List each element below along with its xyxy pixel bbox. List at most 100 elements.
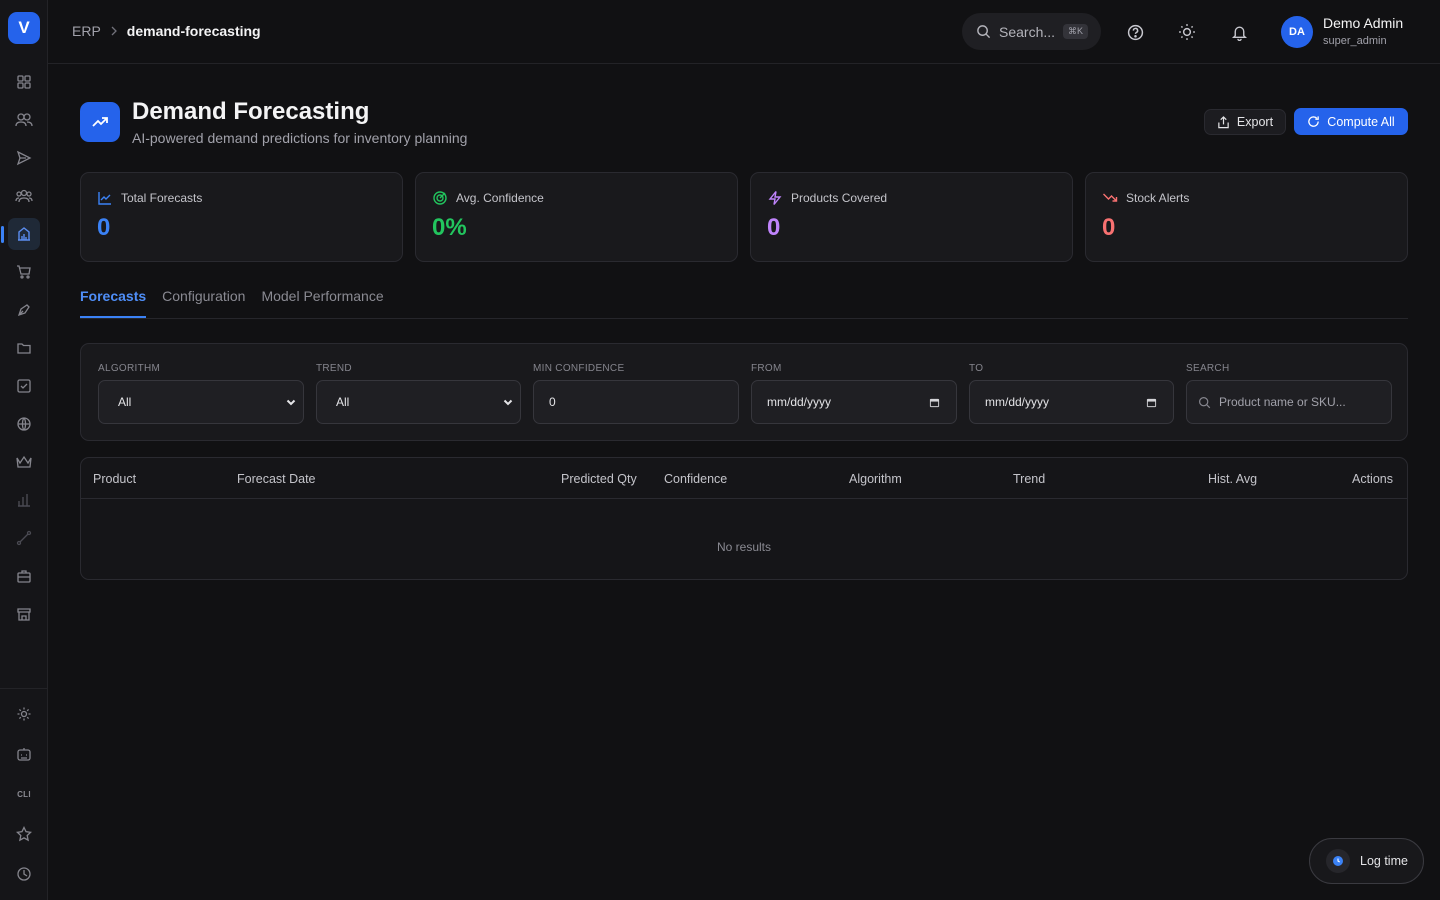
column-header[interactable]: Predicted Qty — [561, 472, 637, 486]
stat-card-stock-alerts: Stock Alerts 0 — [1085, 172, 1408, 262]
tab-divider — [80, 318, 1408, 319]
cart-icon[interactable] — [8, 256, 40, 288]
help-icon[interactable] — [1124, 21, 1146, 43]
product-search-placeholder: Product name or SKU... — [1219, 395, 1346, 409]
app-logo[interactable]: V — [8, 12, 40, 44]
column-header[interactable]: Product — [93, 472, 136, 486]
search-shortcut: ⌘K — [1063, 24, 1089, 39]
sun-icon[interactable] — [1176, 21, 1198, 43]
chevron-down-icon — [502, 396, 514, 408]
store-icon[interactable] — [8, 598, 40, 630]
checkbox-icon[interactable] — [8, 370, 40, 402]
column-header[interactable]: Hist. Avg — [1208, 472, 1257, 486]
min-confidence-input[interactable]: 0 — [533, 380, 739, 424]
folder-icon[interactable] — [8, 332, 40, 364]
algorithm-select[interactable]: All — [98, 380, 304, 424]
trend-down-icon — [1102, 190, 1118, 206]
column-header[interactable]: Confidence — [664, 472, 727, 486]
compute-all-label: Compute All — [1327, 114, 1395, 129]
user-role: super_admin — [1323, 35, 1387, 47]
tab-forecasts[interactable]: Forecasts — [80, 288, 147, 318]
page-title: Demand Forecasting — [132, 98, 370, 125]
user-name[interactable]: Demo Admin — [1323, 15, 1403, 31]
users-icon[interactable] — [8, 104, 40, 136]
pen-tool-icon[interactable] — [8, 294, 40, 326]
search-icon — [1198, 396, 1211, 409]
from-date-input[interactable]: mm/dd/yyyy — [751, 380, 957, 424]
star-icon[interactable] — [8, 818, 40, 850]
globe-icon[interactable] — [8, 408, 40, 440]
stat-value: 0 — [1102, 214, 1116, 241]
tab-model-performance[interactable]: Model Performance — [261, 288, 383, 318]
clock-icon[interactable] — [8, 858, 40, 890]
bolt-icon — [767, 190, 783, 206]
to-date-value: mm/dd/yyyy — [985, 395, 1050, 409]
stat-card-total-forecasts: Total Forecasts 0 — [80, 172, 403, 262]
bar-chart-icon[interactable] — [8, 484, 40, 516]
search-icon — [976, 24, 991, 39]
stat-card-avg-confidence: Avg. Confidence 0% — [415, 172, 738, 262]
from-date-value: mm/dd/yyyy — [767, 395, 832, 409]
trend-select[interactable]: All — [316, 380, 521, 424]
trend-label: TREND — [316, 363, 352, 374]
column-header[interactable]: Trend — [1013, 472, 1045, 486]
export-button[interactable]: Export — [1204, 109, 1286, 135]
dashboard-icon[interactable] — [8, 66, 40, 98]
trend-up-icon — [97, 190, 113, 206]
sidebar-divider — [0, 688, 48, 689]
column-header[interactable]: Forecast Date — [237, 472, 316, 486]
robot-icon[interactable] — [8, 738, 40, 770]
send-icon[interactable] — [8, 142, 40, 174]
briefcase-icon[interactable] — [8, 560, 40, 592]
calendar-icon[interactable] — [929, 397, 940, 408]
stat-value: 0 — [767, 214, 781, 241]
stat-label: Total Forecasts — [121, 191, 203, 205]
sidebar: V CLI — [0, 0, 48, 900]
refresh-icon — [1307, 115, 1320, 128]
column-header[interactable]: Algorithm — [849, 472, 902, 486]
breadcrumb-root[interactable]: ERP — [72, 23, 101, 39]
route-icon[interactable] — [8, 522, 40, 554]
compute-all-button[interactable]: Compute All — [1294, 108, 1408, 135]
algorithm-value: All — [118, 395, 132, 409]
algorithm-label: ALGORITHM — [98, 363, 161, 374]
cli-label: CLI — [17, 789, 31, 799]
calendar-icon[interactable] — [1146, 397, 1157, 408]
search-label: SEARCH — [1186, 363, 1230, 374]
log-time-button[interactable]: Log time — [1309, 838, 1424, 884]
column-header[interactable]: Actions — [1352, 472, 1393, 486]
search-placeholder: Search... — [999, 23, 1056, 40]
gear-icon[interactable] — [8, 698, 40, 730]
empty-state: No results — [716, 540, 772, 554]
stat-label: Avg. Confidence — [456, 191, 544, 205]
from-label: FROM — [751, 363, 782, 374]
stat-value: 0 — [97, 214, 111, 241]
table-header: Product Forecast Date Predicted Qty Conf… — [81, 458, 1407, 499]
to-label: TO — [969, 363, 984, 374]
stat-value: 0% — [432, 214, 467, 241]
chevron-right-icon — [109, 26, 119, 36]
chevron-down-icon — [285, 396, 297, 408]
topbar: ERP demand-forecasting Search... ⌘K DA D… — [48, 0, 1440, 64]
global-search[interactable]: Search... ⌘K — [962, 13, 1101, 50]
share-icon — [1217, 115, 1230, 129]
product-search-input[interactable]: Product name or SKU... — [1186, 380, 1392, 424]
cli-icon[interactable]: CLI — [8, 778, 40, 810]
trend-value: All — [336, 395, 350, 409]
crown-icon[interactable] — [8, 446, 40, 478]
avatar[interactable]: DA — [1281, 16, 1313, 48]
tab-configuration[interactable]: Configuration — [162, 288, 245, 318]
breadcrumb-current: demand-forecasting — [126, 23, 261, 39]
target-icon — [432, 190, 448, 206]
trend-up-icon — [80, 102, 120, 142]
page-subtitle: AI-powered demand predictions for invent… — [132, 130, 468, 146]
timer-icon — [1326, 849, 1350, 873]
log-time-label: Log time — [1360, 854, 1408, 868]
to-date-input[interactable]: mm/dd/yyyy — [969, 380, 1174, 424]
building-chart-icon[interactable] — [1, 218, 40, 250]
stat-label: Products Covered — [791, 191, 888, 205]
stat-label: Stock Alerts — [1126, 191, 1190, 205]
team-icon[interactable] — [8, 180, 40, 212]
bell-icon[interactable] — [1228, 21, 1250, 43]
breadcrumb: ERP demand-forecasting — [72, 23, 261, 39]
